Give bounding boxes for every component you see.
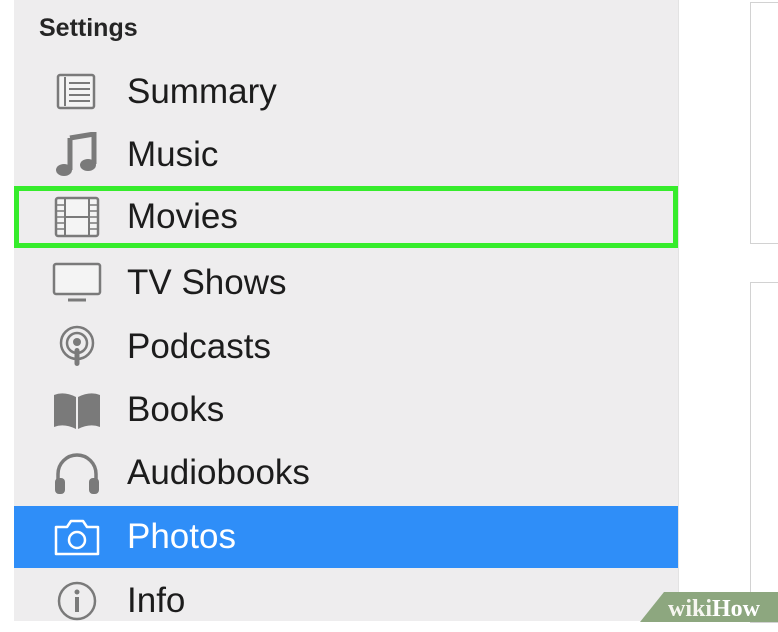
wikihow-watermark: wikiHow xyxy=(640,592,778,622)
sidebar-item-label: Summary xyxy=(127,72,277,111)
watermark-wiki: wiki xyxy=(668,596,712,622)
sidebar-item-tv-shows[interactable]: TV Shows xyxy=(14,252,678,314)
sidebar-item-audiobooks[interactable]: Audiobooks xyxy=(14,442,678,504)
content-panel-bottom xyxy=(750,282,778,623)
sidebar-item-movies[interactable]: Movies xyxy=(14,186,678,248)
sidebar-item-books[interactable]: Books xyxy=(14,379,678,441)
book-icon xyxy=(54,393,100,429)
sidebar-item-label: TV Shows xyxy=(127,263,287,302)
sidebar-item-label: Podcasts xyxy=(127,327,271,366)
content-panel-top xyxy=(750,2,778,244)
settings-sidebar: Settings Summary Music Movies TV Shows P… xyxy=(14,0,678,621)
headphones-icon xyxy=(55,453,99,494)
section-title: Settings xyxy=(39,14,138,42)
watermark-how: How xyxy=(712,596,761,622)
tv-icon xyxy=(52,262,102,302)
sidebar-item-label: Info xyxy=(127,581,186,620)
camera-icon xyxy=(54,519,100,556)
summary-icon xyxy=(56,73,96,110)
sidebar-item-label: Photos xyxy=(127,517,236,556)
pane-divider xyxy=(678,0,679,621)
music-note-icon xyxy=(56,132,97,176)
film-icon xyxy=(54,196,100,238)
podcast-icon xyxy=(59,325,95,366)
sidebar-item-photos[interactable]: Photos xyxy=(14,506,678,568)
sidebar-item-podcasts[interactable]: Podcasts xyxy=(14,316,678,378)
sidebar-item-label: Books xyxy=(127,390,225,429)
info-icon xyxy=(57,581,97,621)
sidebar-item-summary[interactable]: Summary xyxy=(14,61,678,123)
sidebar-item-music[interactable]: Music xyxy=(14,124,678,186)
sidebar-item-label: Audiobooks xyxy=(127,453,310,492)
svg-text:wikiHow: wikiHow xyxy=(668,596,761,622)
sidebar-item-label: Movies xyxy=(127,197,238,236)
sidebar-item-label: Music xyxy=(127,135,219,174)
sidebar-item-info[interactable]: Info xyxy=(14,570,678,632)
